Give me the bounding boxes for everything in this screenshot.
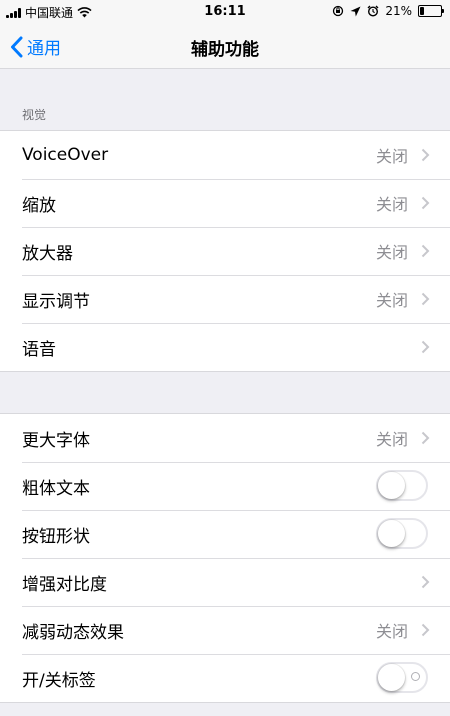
- row-label: 语音: [22, 339, 56, 360]
- row-label: 缩放: [22, 195, 56, 216]
- alarm-icon: [367, 5, 379, 17]
- row-value: 关闭: [375, 195, 408, 214]
- button-shapes-toggle[interactable]: [376, 518, 428, 549]
- row-label: 放大器: [22, 243, 73, 264]
- chevron-right-icon: [421, 196, 430, 210]
- row-magnifier[interactable]: 放大器 关闭: [0, 227, 450, 275]
- battery-percent: 21%: [385, 4, 412, 18]
- chevron-right-icon: [421, 244, 430, 258]
- row-label: 开/关标签: [22, 670, 96, 691]
- row-larger-text[interactable]: 更大字体 关闭: [0, 414, 450, 462]
- row-reduce-motion[interactable]: 减弱动态效果 关闭: [0, 606, 450, 654]
- toggle-knob: [378, 664, 405, 691]
- row-label: 增强对比度: [22, 574, 107, 595]
- chevron-right-icon: [421, 340, 430, 354]
- chevron-right-icon: [421, 575, 430, 589]
- bold-text-toggle[interactable]: [376, 470, 428, 501]
- battery-level: [420, 7, 424, 15]
- chevron-right-icon: [421, 431, 430, 445]
- chevron-right-icon: [421, 292, 430, 306]
- row-label: 按钮形状: [22, 526, 90, 547]
- toggle-knob: [378, 472, 405, 499]
- toggle-knob: [378, 520, 405, 547]
- off-label-icon: [411, 672, 420, 681]
- row-value: 关闭: [375, 622, 408, 641]
- orientation-lock-icon: [333, 5, 344, 17]
- row-voiceover[interactable]: VoiceOver 关闭: [0, 131, 450, 179]
- battery-icon: [418, 5, 444, 17]
- row-display-accommodations[interactable]: 显示调节 关闭: [0, 275, 450, 323]
- display-group: 更大字体 关闭 粗体文本 按钮形状 增强对比度 减弱动态效果 关闭 开/关标签: [0, 413, 450, 703]
- row-value: 关闭: [375, 430, 408, 449]
- row-increase-contrast[interactable]: 增强对比度: [0, 558, 450, 606]
- row-label: 显示调节: [22, 291, 90, 312]
- page-title: 辅助功能: [191, 40, 259, 60]
- row-label: 粗体文本: [22, 478, 90, 499]
- navigation-bar: 通用 辅助功能: [0, 24, 450, 69]
- row-label: 减弱动态效果: [22, 622, 124, 643]
- on-off-labels-toggle[interactable]: [376, 662, 428, 693]
- section-header-vision: 视觉: [22, 108, 47, 122]
- row-value: 关闭: [375, 147, 408, 166]
- chevron-right-icon: [421, 623, 430, 637]
- row-label: VoiceOver: [22, 145, 109, 165]
- row-bold-text: 粗体文本: [0, 462, 450, 510]
- row-value: 关闭: [375, 243, 408, 262]
- chevron-right-icon: [421, 148, 430, 162]
- status-right: 21%: [332, 4, 444, 18]
- row-label: 更大字体: [22, 430, 90, 451]
- row-value: 关闭: [375, 291, 408, 310]
- row-button-shapes: 按钮形状: [0, 510, 450, 558]
- status-bar: 中国联通 16:11 21%: [0, 0, 450, 24]
- row-on-off-labels: 开/关标签: [0, 654, 450, 702]
- vision-group: VoiceOver 关闭 缩放 关闭 放大器 关闭 显示调节 关闭 语音: [0, 130, 450, 372]
- row-speech[interactable]: 语音: [0, 323, 450, 371]
- row-zoom[interactable]: 缩放 关闭: [0, 179, 450, 227]
- location-icon: [350, 6, 361, 16]
